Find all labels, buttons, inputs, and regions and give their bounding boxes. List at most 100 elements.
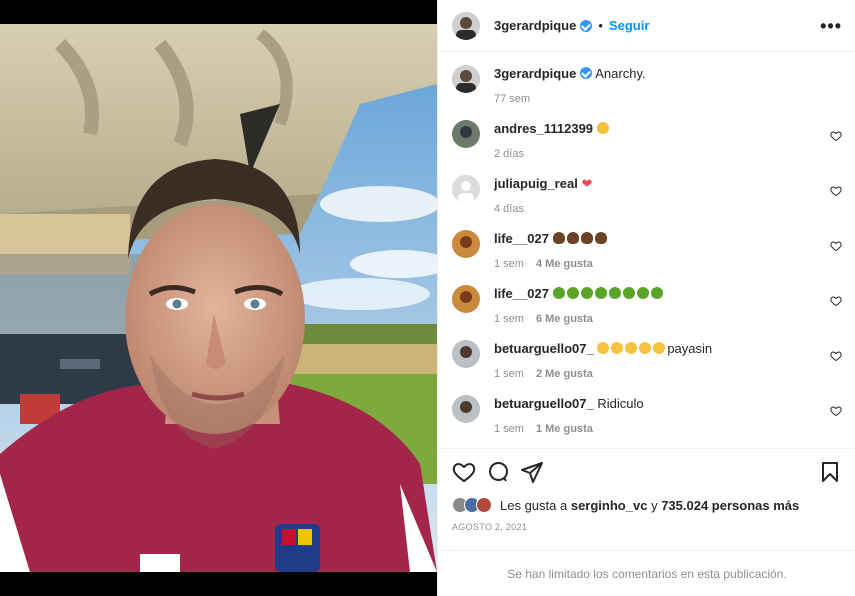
like-comment-heart-icon[interactable] (830, 350, 842, 362)
post-sidebar: 3gerardpique • Seguir ••• 3gerardpique A… (437, 0, 855, 596)
like-comment-heart-icon[interactable] (830, 405, 842, 417)
red-heart-emoji-icon: ❤ (581, 176, 593, 191)
comment-meta: 1 sem 2 Me gusta (494, 368, 842, 380)
comment-meta: 4 días (494, 203, 842, 215)
more-icon[interactable]: ••• (820, 17, 842, 35)
comment-text-block: life__027 1 sem 6 Me gusta (494, 285, 842, 325)
sick-emoji-icon (594, 287, 607, 299)
verified-icon (580, 19, 593, 32)
likes-prefix: Les gusta a (500, 497, 568, 513)
separator-dot: • (598, 18, 603, 33)
comment-row: andres_1112399 2 días (452, 120, 842, 175)
liker-avatar (476, 497, 492, 513)
likes-count[interactable]: 735.024 personas más (661, 498, 799, 513)
share-icon[interactable] (520, 460, 544, 484)
caption-meta: 77 sem (494, 93, 842, 105)
post-photo[interactable] (0, 24, 437, 572)
author-avatar[interactable] (452, 65, 480, 93)
comment-text-block: betuarguello07_ payasin 1 sem 2 Me gusta (494, 340, 842, 380)
commenter-username[interactable]: life__027 (494, 286, 549, 301)
comment-row: betuarguello07_ payasin 1 sem 2 Me gusta (452, 340, 842, 395)
commenter-avatar[interactable] (452, 175, 480, 203)
comment-line: betuarguello07_ Ridiculo (494, 395, 842, 413)
verified-icon (580, 67, 593, 79)
commenter-username[interactable]: betuarguello07_ (494, 396, 594, 411)
poop-emoji-icon (594, 232, 607, 244)
sick-emoji-icon (622, 287, 635, 299)
commenter-avatar[interactable] (452, 340, 480, 368)
commenter-avatar[interactable] (452, 230, 480, 258)
commenter-avatar[interactable] (452, 120, 480, 148)
post-date[interactable]: Agosto 2, 2021 (452, 522, 527, 532)
comment-text-block: betuarguello07_ Ridiculo 1 sem 1 Me gusta (494, 395, 842, 435)
liker-avatars[interactable] (452, 497, 492, 513)
comment-text: Ridiculo (597, 396, 644, 411)
commenter-username[interactable]: juliapuig_real (494, 176, 578, 191)
caption-row: 3gerardpique Anarchy. 77 sem (452, 65, 842, 120)
follow-button[interactable]: Seguir (609, 18, 649, 33)
heart-icon[interactable] (452, 460, 476, 484)
laughing-emoji-icon (639, 342, 652, 354)
caption-text: Anarchy. (595, 66, 646, 81)
laughing-emoji-icon (625, 342, 638, 354)
commenter-avatar[interactable] (452, 285, 480, 313)
sick-emoji-icon (566, 287, 579, 299)
post-header: 3gerardpique • Seguir ••• (438, 0, 855, 52)
comment-line: life__027 (494, 285, 842, 303)
comment-time[interactable]: 1 sem (494, 423, 524, 435)
avatar-image (452, 340, 480, 368)
liker-username[interactable]: serginho_vc (571, 498, 648, 513)
avatar-image (452, 65, 480, 93)
clap-emoji-icon (596, 122, 609, 134)
caption-line: 3gerardpique Anarchy. (494, 65, 842, 83)
comments-list[interactable]: 3gerardpique Anarchy. 77 sem andres_1112… (438, 53, 855, 448)
caption-username[interactable]: 3gerardpique (494, 66, 576, 81)
comment-meta: 1 sem 4 Me gusta (494, 258, 842, 270)
instagram-post-viewer: 3gerardpique • Seguir ••• 3gerardpique A… (0, 0, 855, 596)
like-comment-heart-icon[interactable] (830, 240, 842, 252)
comment-row: life__027 1 sem 4 Me gusta (452, 230, 842, 285)
comment-meta: 2 días (494, 148, 842, 160)
comment-line: betuarguello07_ payasin (494, 340, 842, 358)
comment-text-block: andres_1112399 2 días (494, 120, 842, 160)
comment-time[interactable]: 1 sem (494, 258, 524, 270)
comment-row: life__027 1 sem 6 Me gusta (452, 285, 842, 340)
comment-row: juliapuig_real ❤ 4 días (452, 175, 842, 230)
comment-time[interactable]: 1 sem (494, 313, 524, 325)
comment-row: betuarguello07_ Ridiculo 1 sem 1 Me gusta (452, 395, 842, 448)
comment-time[interactable]: 4 días (494, 203, 524, 215)
commenter-avatar[interactable] (452, 395, 480, 423)
comments-limited-notice: Se han limitado los comentarios en esta … (438, 550, 855, 596)
laughing-emoji-icon (597, 342, 610, 354)
comment-likes[interactable]: 4 Me gusta (536, 258, 593, 270)
comment-time[interactable]: 1 sem (494, 368, 524, 380)
comment-meta: 1 sem 1 Me gusta (494, 423, 842, 435)
commenter-username[interactable]: betuarguello07_ (494, 341, 594, 356)
post-actions-bar (438, 448, 855, 494)
bookmark-icon[interactable] (818, 460, 842, 484)
avatar-image (452, 395, 480, 423)
comment-likes[interactable]: 2 Me gusta (536, 368, 593, 380)
author-avatar[interactable] (452, 11, 480, 40)
comment-meta: 1 sem 6 Me gusta (494, 313, 842, 325)
comment-likes[interactable]: 6 Me gusta (536, 313, 593, 325)
commenter-username[interactable]: andres_1112399 (494, 121, 593, 136)
avatar-image (452, 11, 480, 40)
comment-icon[interactable] (486, 460, 510, 484)
avatar-image (452, 120, 480, 148)
likes-joiner: y (651, 497, 658, 513)
like-comment-heart-icon[interactable] (830, 130, 842, 142)
comment-time[interactable]: 2 días (494, 148, 524, 160)
laughing-emoji-icon (653, 342, 666, 354)
commenter-username[interactable]: life__027 (494, 231, 549, 246)
caption-time[interactable]: 77 sem (494, 93, 530, 105)
comment-likes[interactable]: 1 Me gusta (536, 423, 593, 435)
like-comment-heart-icon[interactable] (830, 185, 842, 197)
avatar-image (452, 285, 480, 313)
author-username[interactable]: 3gerardpique (494, 18, 576, 33)
comment-text: payasin (667, 341, 713, 356)
like-comment-heart-icon[interactable] (830, 295, 842, 307)
poop-emoji-icon (580, 232, 593, 244)
laughing-emoji-icon (611, 342, 624, 354)
poop-emoji-icon (552, 232, 565, 244)
